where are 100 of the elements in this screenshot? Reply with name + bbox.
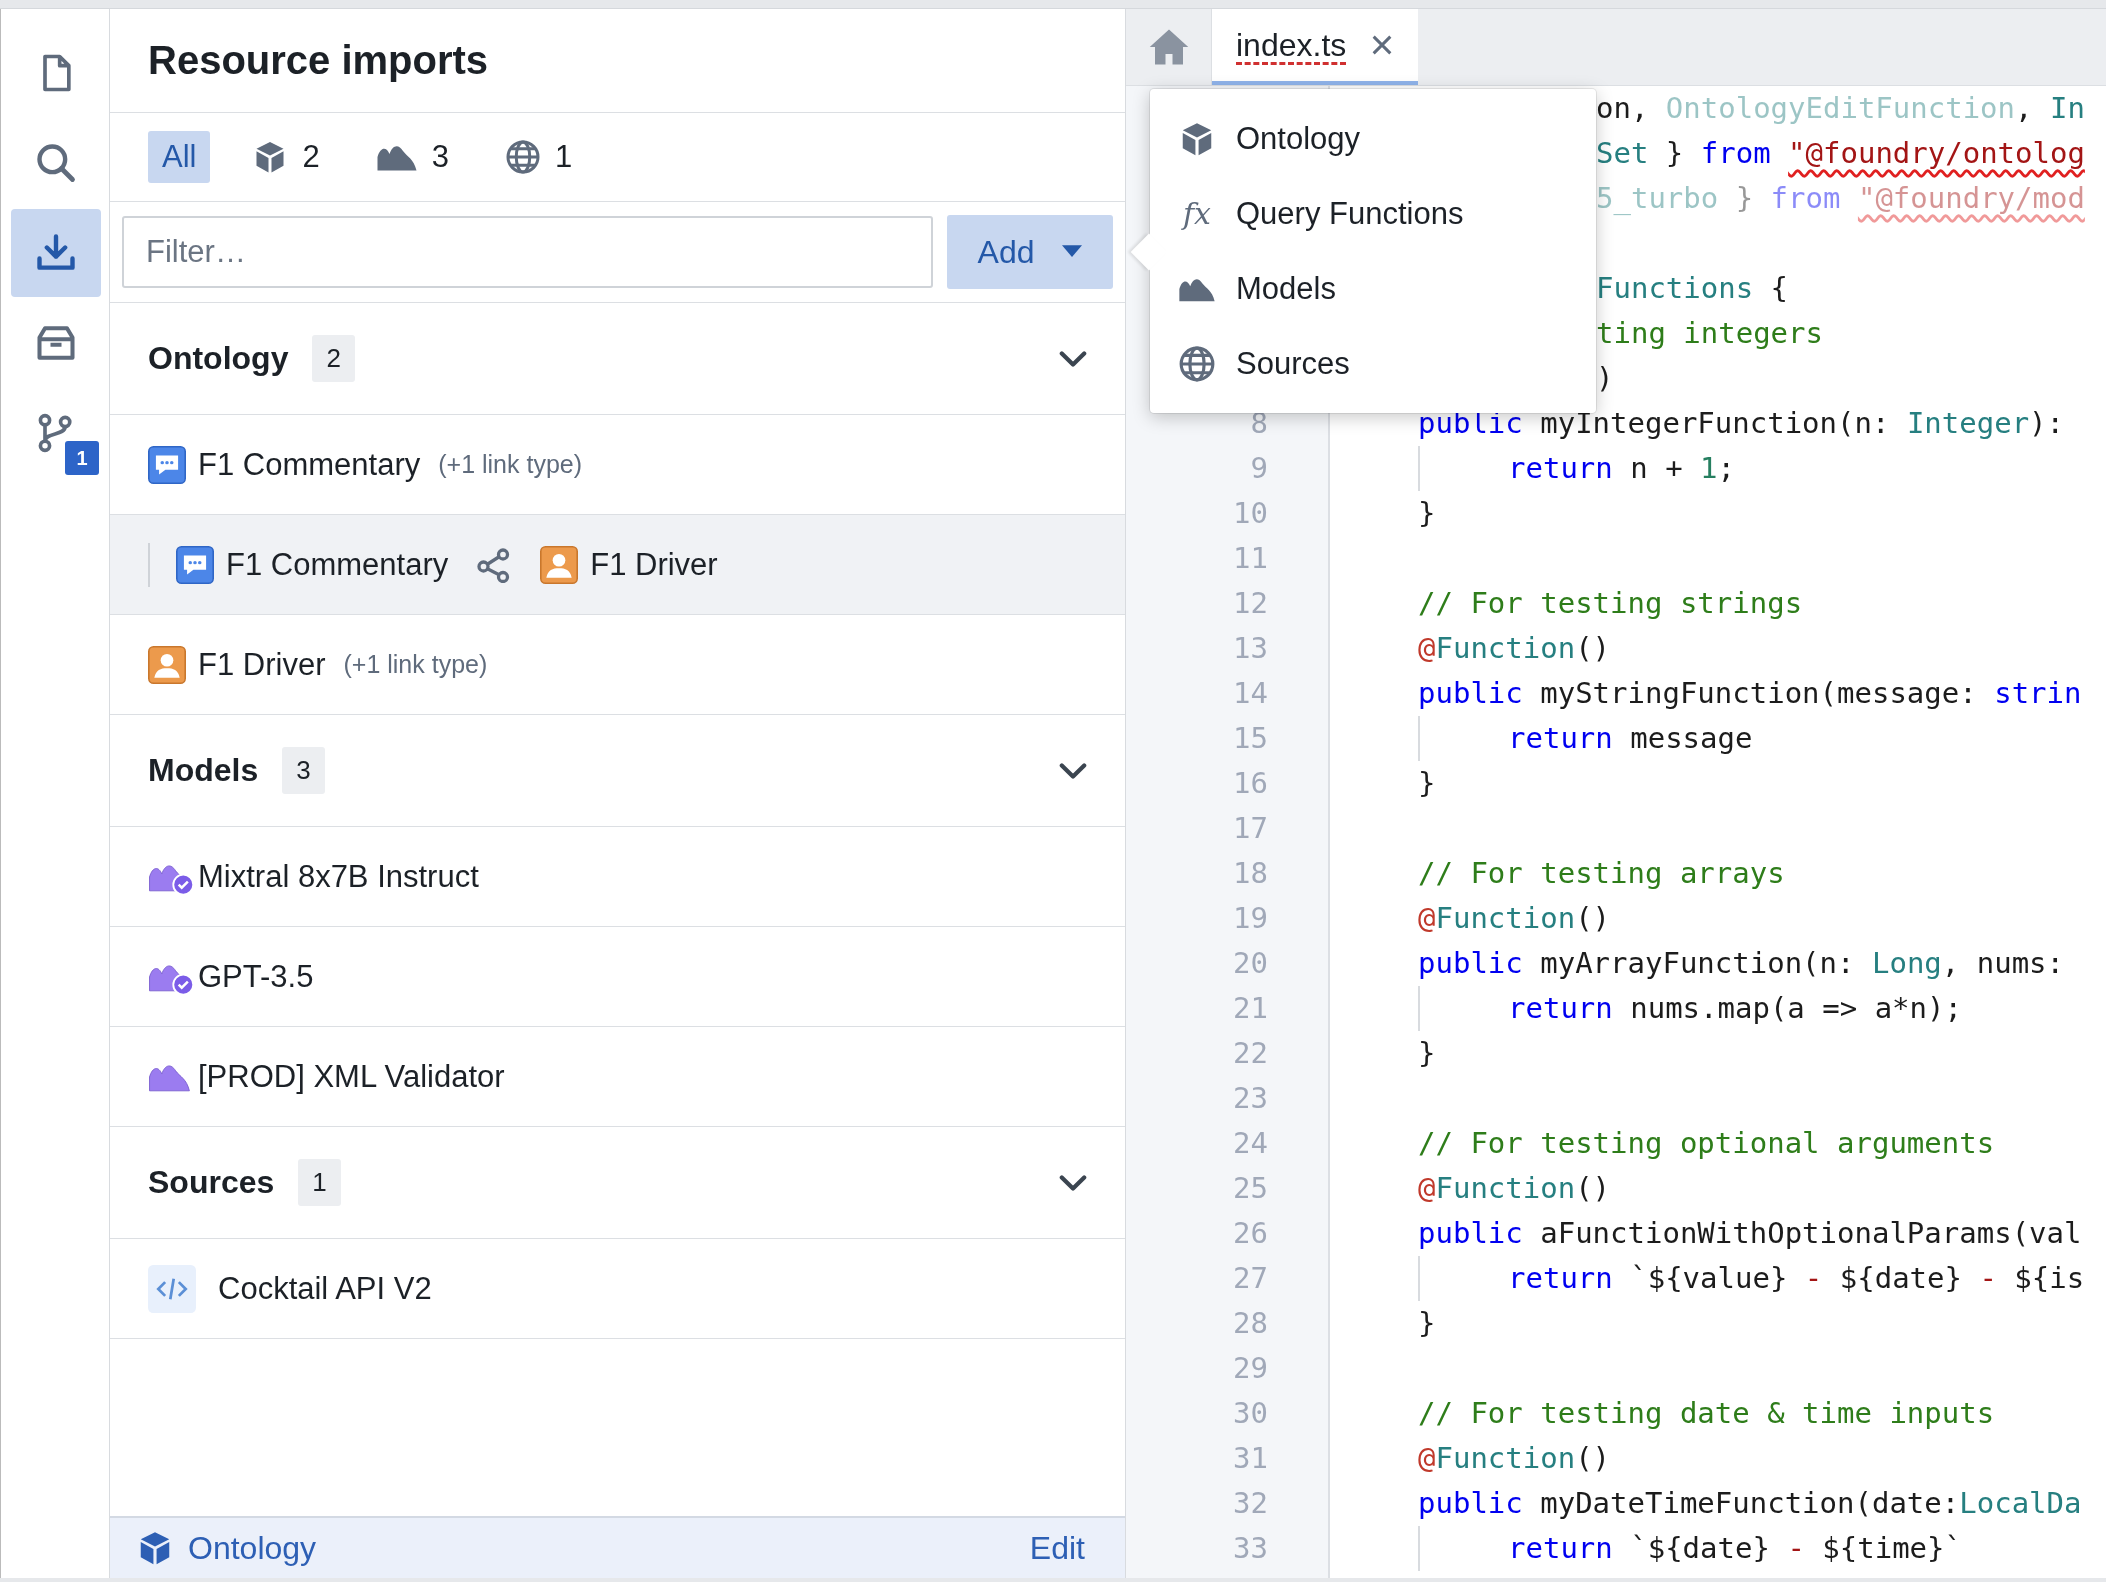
section-header[interactable]: Models 3 [110, 715, 1125, 827]
code-line: return `${date} - ${time}` [1418, 1526, 1962, 1571]
section-header[interactable]: Ontology 2 [110, 303, 1125, 415]
code-line: @Function() [1418, 900, 1611, 937]
line-number: 24 [1233, 1126, 1268, 1160]
section-title: Models [148, 752, 259, 789]
line-number: 23 [1233, 1081, 1268, 1115]
resource-row[interactable]: GPT-3.5 [110, 927, 1125, 1027]
filter-tab[interactable]: All [148, 131, 211, 183]
person-icon [540, 545, 579, 584]
code-line: public myIntegerFunction(n: Integer): [1418, 405, 2064, 442]
filter-field[interactable]: Filter… [122, 216, 933, 288]
panel-title: Resource imports [110, 9, 1125, 113]
line-number: 19 [1233, 901, 1268, 935]
filter-tab[interactable]: 1 [490, 131, 587, 183]
menu-item[interactable]: Sources [1150, 326, 1596, 401]
object-name: F1 Commentary [226, 546, 449, 583]
resource-row[interactable]: Cocktail API V2 [110, 1239, 1125, 1339]
code-line: } [1418, 1305, 1436, 1342]
code-line: @Function() [1418, 1170, 1611, 1207]
source-name: Cocktail API V2 [218, 1270, 432, 1307]
line-number: 8 [1250, 406, 1268, 440]
resource-row[interactable]: [PROD] XML Validator [110, 1027, 1125, 1127]
code-line: ting integers [1596, 315, 1823, 352]
menu-item[interactable]: fx Query Functions [1150, 176, 1596, 251]
line-number: 10 [1233, 496, 1268, 530]
line-number: 30 [1233, 1396, 1268, 1430]
object-name: F1 Driver [198, 646, 326, 683]
resource-row[interactable]: F1 Driver (+1 link type) [110, 615, 1125, 715]
globe-icon [504, 139, 541, 175]
menu-item[interactable]: Models [1150, 251, 1596, 326]
code-icon [148, 1264, 196, 1313]
line-number: 14 [1233, 676, 1268, 710]
line-number: 9 [1250, 451, 1268, 485]
object-name: F1 Commentary [198, 446, 421, 483]
message-icon [176, 545, 214, 584]
code-line: return `${value} - ${date} - ${is [1418, 1256, 2085, 1301]
line-number: 32 [1233, 1486, 1268, 1520]
filter-tab[interactable]: 2 [238, 131, 334, 183]
code-line: // For testing arrays [1418, 855, 1785, 892]
code-line: on, OntologyEditFunction, In [1596, 90, 2085, 127]
code-line: // For testing optional arguments [1418, 1125, 1995, 1162]
line-number: 22 [1233, 1036, 1268, 1070]
section-header[interactable]: Sources 1 [110, 1127, 1125, 1239]
model-name: Mixtral 8x7B Instruct [198, 858, 479, 895]
link-count: (+1 link type) [438, 450, 583, 479]
person-icon [148, 645, 186, 684]
code-line: @Function() [1418, 630, 1611, 667]
close-icon[interactable] [1372, 35, 1393, 55]
code-line: // For testing strings [1418, 585, 1803, 622]
code-line: public aFunctionWithOptionalParams(val [1418, 1215, 2082, 1252]
menu-item[interactable]: Ontology [1150, 101, 1596, 176]
resource-row[interactable]: F1 Commentary F1 Driver [110, 515, 1125, 615]
line-number: 15 [1233, 721, 1268, 755]
message-icon [148, 445, 186, 484]
count-badge: 1 [298, 1159, 341, 1206]
function-icon: fx [1178, 196, 1216, 231]
line-number: 12 [1233, 586, 1268, 620]
code-line: public myDateTimeFunction(date:LocalDa [1418, 1485, 2082, 1522]
code-line: public myStringFunction(message: strin [1418, 675, 2082, 712]
code-line: 5_turbo } from "@foundry/mod [1596, 180, 2085, 217]
line-number: 21 [1233, 991, 1268, 1025]
code-line: } [1418, 1035, 1436, 1072]
filter-tab[interactable]: 3 [361, 131, 463, 183]
line-number: 17 [1233, 811, 1268, 845]
line-number: 33 [1233, 1531, 1268, 1565]
object-name: F1 Driver [590, 546, 718, 583]
edit-link[interactable]: Edit [1029, 1529, 1085, 1567]
line-number: 31 [1233, 1441, 1268, 1475]
line-number: 18 [1233, 856, 1268, 890]
add-button[interactable]: Add [947, 215, 1113, 289]
caret-icon [1062, 245, 1083, 259]
code-line: return message [1418, 716, 1753, 761]
code-line: return nums.map(a => a*n); [1418, 986, 1962, 1031]
count-badge: 1 [65, 441, 99, 475]
section-title: Ontology [148, 340, 289, 377]
link-count: (+1 link type) [343, 650, 488, 679]
import-button[interactable] [11, 209, 101, 297]
code-line: public myArrayFunction(n: Long, nums: [1418, 945, 2065, 982]
line-number: 25 [1233, 1171, 1268, 1205]
file-tab[interactable]: index.ts [1212, 9, 1419, 85]
line-number: 28 [1233, 1306, 1268, 1340]
ontology-link[interactable]: Ontology [136, 1529, 317, 1567]
branch-button[interactable]: 1 [11, 389, 101, 477]
count-badge: 3 [282, 747, 325, 794]
code-line: } [1418, 765, 1436, 802]
line-number: 29 [1233, 1351, 1268, 1385]
line-number: 27 [1233, 1261, 1268, 1295]
line-number: 26 [1233, 1216, 1268, 1250]
code-line: ) [1596, 360, 1614, 397]
line-number: 16 [1233, 766, 1268, 800]
line-number: 13 [1233, 631, 1268, 665]
model-name: GPT-3.5 [198, 958, 314, 995]
code-line: @Function() [1418, 1440, 1611, 1477]
code-line: Set } from "@foundry/ontolog [1596, 135, 2085, 172]
section-title: Sources [148, 1164, 275, 1201]
line-number: 11 [1233, 541, 1268, 575]
model-name: [PROD] XML Validator [198, 1058, 505, 1095]
resource-row[interactable]: Mixtral 8x7B Instruct [110, 827, 1125, 927]
code-line: // For testing date & time inputs [1418, 1395, 1995, 1432]
